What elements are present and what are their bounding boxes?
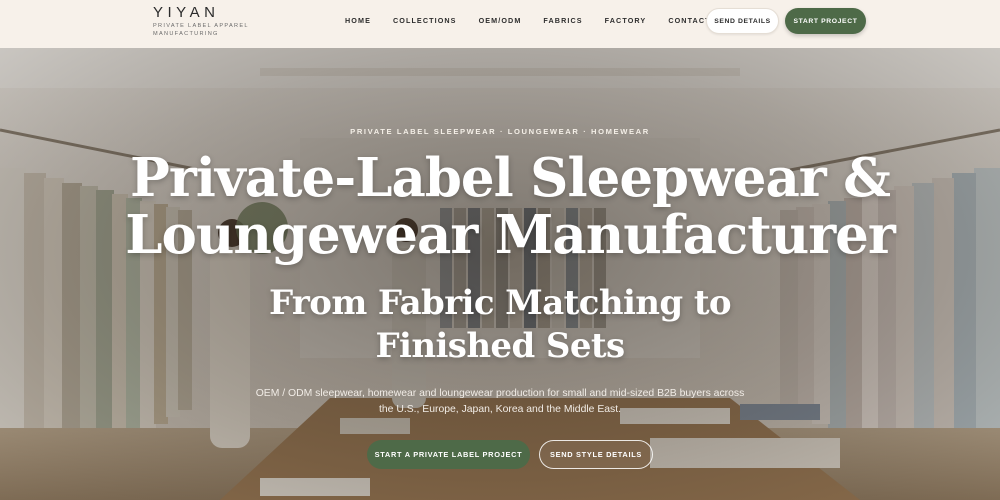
start-private-label-project-button[interactable]: START A PRIVATE LABEL PROJECT: [367, 440, 530, 469]
start-project-button[interactable]: START PROJECT: [785, 8, 866, 34]
nav-item-oem-odm[interactable]: OEM/ODM: [479, 16, 522, 26]
hero-description: OEM / ODM sleepwear, homewear and lounge…: [255, 388, 745, 415]
hero-eyebrow: PRIVATE LABEL SLEEPWEAR · LOUNGEWEAR · H…: [350, 127, 650, 136]
site-header: YIYAN PRIVATE LABEL APPAREL MANUFACTURIN…: [0, 0, 1000, 48]
hero-dark-overlay: [0, 48, 1000, 500]
brand-logo[interactable]: YIYAN PRIVATE LABEL APPAREL MANUFACTURIN…: [153, 4, 263, 38]
main-nav: HOME COLLECTIONS OEM/ODM FABRICS FACTORY…: [345, 16, 733, 26]
hero-headline: Private-Label Sleepwear & Loungewear Man…: [125, 147, 896, 266]
nav-item-home[interactable]: HOME: [345, 16, 371, 26]
send-style-details-button[interactable]: SEND STYLE DETAILS: [539, 440, 653, 469]
brand-name: YIYAN: [153, 4, 220, 21]
nav-item-contact[interactable]: CONTACT: [668, 16, 710, 26]
hero-subheadline: From Fabric Matching to Finished Sets: [268, 283, 732, 366]
hero-section: PRIVATE LABEL SLEEPWEAR · LOUNGEWEAR · H…: [0, 48, 1000, 500]
brand-tagline: PRIVATE LABEL APPAREL MANUFACTURING: [153, 23, 249, 37]
nav-item-collections[interactable]: COLLECTIONS: [393, 16, 457, 26]
nav-item-fabrics[interactable]: FABRICS: [543, 16, 582, 26]
send-details-button[interactable]: SEND DETAILS: [706, 8, 779, 34]
nav-item-factory[interactable]: FACTORY: [605, 16, 647, 26]
